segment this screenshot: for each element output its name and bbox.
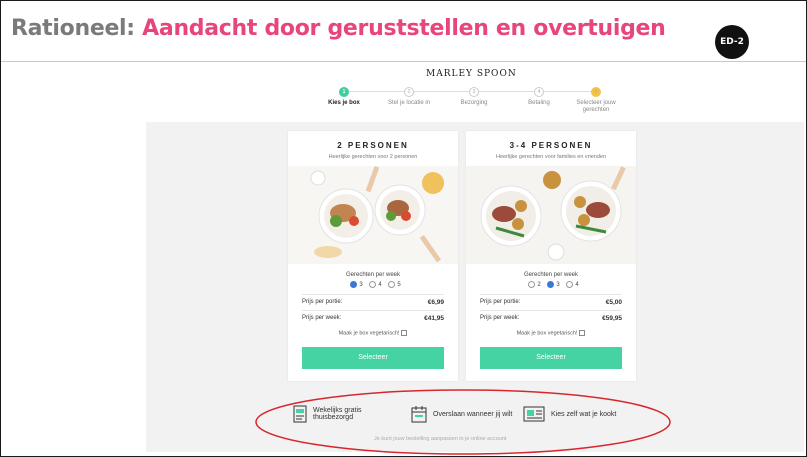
food-illustration [466, 166, 636, 264]
vegetarian-option[interactable]: Maak je box vegetarisch! [466, 330, 636, 337]
radio-option[interactable] [528, 281, 536, 288]
recipe-card-icon [523, 406, 545, 422]
radio-label: 3 [359, 282, 363, 289]
step-label: Stel je locatie in [387, 100, 431, 106]
title-divider [1, 61, 806, 62]
price-per-portion-row: Prijs per portie: €5,00 [480, 294, 622, 310]
select-button[interactable]: Selecteer [480, 346, 622, 369]
meals-per-week-options: 2 3 4 [466, 281, 636, 288]
vegetarian-checkbox[interactable] [401, 330, 408, 337]
box-card-3-4-persons: 3-4 PERSONEN Heerlijke gerechten voor fa… [466, 131, 636, 381]
slide: Rationeel: Aandacht door geruststellen e… [0, 0, 807, 457]
card-title: 3-4 PERSONEN [509, 141, 593, 150]
slide-badge: ED-2 [715, 25, 749, 59]
meals-per-week-label: Gerechten per week [523, 272, 579, 278]
radio-option[interactable] [369, 281, 377, 288]
step-select-dishes[interactable]: 5 Selecteer jouw gerechten [563, 87, 629, 114]
select-button[interactable]: Selecteer [302, 346, 444, 369]
price-week-value: €59,95 [602, 315, 622, 323]
vegetarian-label: Maak je box vegetarisch! [516, 330, 578, 337]
price-per-portion-row: Prijs per portie: €6,99 [302, 294, 444, 310]
vegetarian-checkbox[interactable] [579, 330, 586, 337]
radio-option[interactable] [566, 281, 574, 288]
step-delivery[interactable]: 3 Bezorging [441, 87, 507, 107]
radio-label: 4 [575, 282, 579, 289]
price-per-week-row: Prijs per week: €41,95 [302, 310, 444, 326]
step-location[interactable]: 2 Stel je locatie in [376, 87, 442, 107]
account-note: Je kunt jouw bestelling aanpassen in je … [374, 436, 507, 442]
radio-option-selected[interactable] [350, 281, 358, 288]
card-subtitle: Heerlijke gerechten voor families en vri… [495, 154, 607, 160]
price-week-label: Prijs per week: [302, 315, 342, 322]
step-dot: 1 [339, 87, 349, 97]
benefit-skip: Overslaan wanneer jij wilt [411, 405, 512, 423]
food-photo [288, 166, 458, 264]
step-label: Kies je box [328, 100, 360, 106]
price-per-week-row: Prijs per week: €59,95 [480, 310, 622, 326]
benefit-free-delivery: Wekelijks gratis thuisbezorgd [293, 405, 362, 423]
benefit-choose: Kies zelf wat je kookt [523, 405, 616, 423]
step-dot: 3 [469, 87, 479, 97]
food-illustration [288, 166, 458, 264]
calendar-icon [411, 406, 427, 423]
step-dot: 2 [404, 87, 414, 97]
meals-per-week-options: 3 4 5 [288, 281, 458, 288]
radio-option-selected[interactable] [547, 281, 555, 288]
step-dot: 5 [591, 87, 601, 97]
slide-title-main: Aandacht door geruststellen en overtuige… [142, 16, 666, 41]
benefit-line-2: thuisbezorgd [313, 414, 354, 421]
benefit-label: Wekelijks gratis thuisbezorgd [313, 407, 362, 421]
step-choose-box[interactable]: 1 Kies je box [311, 87, 377, 107]
radio-label: 2 [537, 282, 541, 289]
radio-label: 3 [556, 282, 560, 289]
benefit-label: Kies zelf wat je kookt [551, 410, 617, 418]
vegetarian-option[interactable]: Maak je box vegetarisch! [288, 330, 458, 337]
price-week-value: €41,95 [424, 315, 444, 323]
checkout-steps: 1 Kies je box 2 Stel je locatie in 3 Bez… [301, 87, 631, 117]
price-week-label: Prijs per week: [480, 315, 520, 322]
benefit-label: Overslaan wanneer jij wilt [433, 410, 513, 418]
radio-label: 5 [397, 282, 401, 289]
price-portion-label: Prijs per portie: [302, 299, 343, 306]
price-portion-value: €6,99 [427, 299, 444, 307]
brand-logo[interactable]: MARLEY SPOON [426, 69, 517, 79]
benefit-line-1: Wekelijks gratis [313, 407, 362, 414]
card-title: 2 PERSONEN [337, 141, 409, 150]
slide-title: Rationeel: Aandacht door geruststellen e… [11, 16, 666, 41]
delivery-box-icon [293, 405, 307, 423]
card-subtitle: Heerlijke gerechten voor 2 personen [328, 154, 418, 160]
step-dot: 4 [534, 87, 544, 97]
radio-label: 4 [378, 282, 382, 289]
vegetarian-label: Maak je box vegetarisch! [338, 330, 400, 337]
box-card-2-persons: 2 PERSONEN Heerlijke gerechten voor 2 pe… [288, 131, 458, 381]
meals-per-week-label: Gerechten per week [345, 272, 401, 278]
benefits-bar: Wekelijks gratis thuisbezorgd Overslaan … [293, 405, 673, 429]
step-label: Selecteer jouw gerechten [576, 100, 616, 113]
price-portion-label: Prijs per portie: [480, 299, 521, 306]
radio-option[interactable] [388, 281, 396, 288]
step-label: Bezorging [460, 100, 488, 106]
slide-title-prefix: Rationeel: [11, 16, 135, 41]
price-portion-value: €5,00 [605, 299, 622, 307]
food-photo [466, 166, 636, 264]
